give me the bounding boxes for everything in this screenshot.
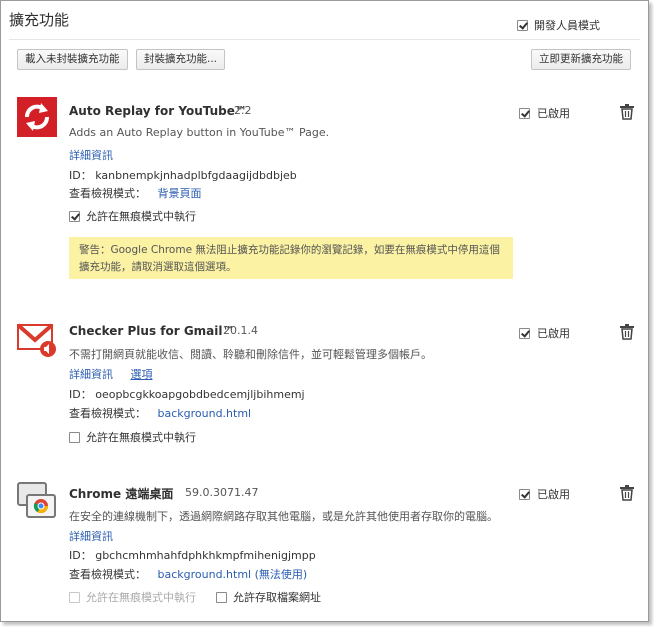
extension-id-line: ID： gbchcmhmhahfdphkhkmpfmihenigjmpp xyxy=(69,547,316,563)
extension-id: gbchcmhmhahfdphkhkmpfmihenigjmpp xyxy=(95,549,316,562)
enabled-checkbox[interactable] xyxy=(519,327,530,339)
enabled-checkbox[interactable] xyxy=(519,488,530,500)
enabled-label: 已啟用 xyxy=(537,488,570,501)
extension-id: kanbnempkjnhadplbfgdaagijdbdbjeb xyxy=(95,169,297,182)
allow-incognito-checkbox[interactable] xyxy=(69,431,80,443)
background-html-link[interactable]: background.html (無法使用) xyxy=(158,568,308,581)
allow-incognito-toggle[interactable]: 允許在無痕模式中執行 xyxy=(69,429,196,445)
allow-incognito-toggle[interactable]: 允許在無痕模式中執行 xyxy=(69,589,196,605)
id-label: ID： xyxy=(69,549,92,562)
background-html-link[interactable]: background.html xyxy=(158,407,252,420)
extension-id: oeopbcgkkoapgobdbedcemjljbihmemj xyxy=(95,388,305,401)
inspect-views-label: 查看檢視模式： xyxy=(69,407,146,420)
details-link[interactable]: 詳細資訊 xyxy=(69,149,113,162)
developer-mode-checkbox[interactable] xyxy=(517,19,528,31)
pack-extension-button[interactable]: 封裝擴充功能... xyxy=(136,49,226,70)
extension-options-row: 允許在無痕模式中執行 允許存取檔案網址 xyxy=(69,589,321,605)
inspect-views-line: 查看檢視模式： 背景頁面 xyxy=(69,185,202,201)
allow-incognito-checkbox[interactable] xyxy=(69,210,80,222)
trash-icon[interactable] xyxy=(620,485,634,501)
enabled-label: 已啟用 xyxy=(537,327,570,340)
enabled-toggle[interactable]: 已啟用 xyxy=(519,486,570,502)
allow-file-access-label: 允許存取檔案網址 xyxy=(233,591,321,604)
extension-description: Adds an Auto Replay button in YouTube™ P… xyxy=(69,126,330,139)
inspect-views-label: 查看檢視模式： xyxy=(69,568,146,581)
enabled-toggle[interactable]: 已啟用 xyxy=(519,325,570,341)
options-link[interactable]: 選項 xyxy=(131,368,153,381)
details-link[interactable]: 詳細資訊 xyxy=(69,368,113,381)
details-link[interactable]: 詳細資訊 xyxy=(69,530,113,543)
background-page-link[interactable]: 背景頁面 xyxy=(158,187,202,200)
enabled-label: 已啟用 xyxy=(537,107,570,120)
enabled-toggle[interactable]: 已啟用 xyxy=(519,105,570,121)
update-extensions-button[interactable]: 立即更新擴充功能 xyxy=(531,49,631,70)
incognito-warning-banner: 警告：Google Chrome 無法阻止擴充功能記錄你的瀏覽記錄，如要在無痕模… xyxy=(69,237,513,279)
allow-incognito-checkbox[interactable] xyxy=(69,591,80,603)
trash-icon[interactable] xyxy=(620,104,634,120)
page-title: 擴充功能 xyxy=(9,11,70,29)
extensions-page: 擴充功能 開發人員模式 載入未封裝擴充功能 封裝擴充功能... 立即更新擴充功能… xyxy=(0,0,649,622)
header-divider xyxy=(9,39,640,40)
trash-icon[interactable] xyxy=(620,324,634,340)
extension-description: 不需打開網頁就能收信、閱讀、聆聽和刪除信件，並可輕鬆管理多個帳戶。 xyxy=(69,348,432,361)
extension-version: 59.0.3071.47 xyxy=(185,486,259,499)
enabled-checkbox[interactable] xyxy=(519,107,530,119)
developer-mode-toggle[interactable]: 開發人員模式 xyxy=(517,17,600,33)
inspect-views-line: 查看檢視模式： background.html (無法使用) xyxy=(69,566,307,582)
inspect-views-line: 查看檢視模式： background.html xyxy=(69,405,251,421)
inspect-views-label: 查看檢視模式： xyxy=(69,187,146,200)
extension-id-line: ID： kanbnempkjnhadplbfgdaagijdbdbjeb xyxy=(69,167,297,183)
allow-incognito-label: 允許在無痕模式中執行 xyxy=(86,431,196,444)
id-label: ID： xyxy=(69,169,92,182)
replay-arrows-icon xyxy=(17,97,57,137)
allow-file-access-toggle[interactable]: 允許存取檔案網址 xyxy=(216,589,321,605)
extension-name: Chrome 遠端桌面 xyxy=(69,487,174,501)
allow-incognito-toggle[interactable]: 允許在無痕模式中執行 xyxy=(69,208,196,224)
allow-file-access-checkbox[interactable] xyxy=(216,591,227,603)
extension-version: 20.1.4 xyxy=(223,324,258,337)
extension-name: Checker Plus for Gmail™ xyxy=(69,324,235,338)
allow-incognito-label: 允許在無痕模式中執行 xyxy=(86,591,196,604)
extension-id-line: ID： oeopbcgkkoapgobdbedcemjljbihmemj xyxy=(69,386,305,402)
gmail-envelope-icon xyxy=(16,319,57,359)
allow-incognito-label: 允許在無痕模式中執行 xyxy=(86,210,196,223)
extension-name: Auto Replay for YouTube™ xyxy=(69,104,247,118)
id-label: ID： xyxy=(69,388,92,401)
load-unpacked-button[interactable]: 載入未封裝擴充功能 xyxy=(17,49,128,70)
extension-description: 在安全的連線機制下，透過網際網路存取其他電腦，或是允許其他使用者存取你的電腦。 xyxy=(69,510,498,523)
developer-mode-label: 開發人員模式 xyxy=(534,19,600,32)
extension-version: 2.2 xyxy=(234,104,252,117)
remote-desktop-icon xyxy=(17,481,57,521)
